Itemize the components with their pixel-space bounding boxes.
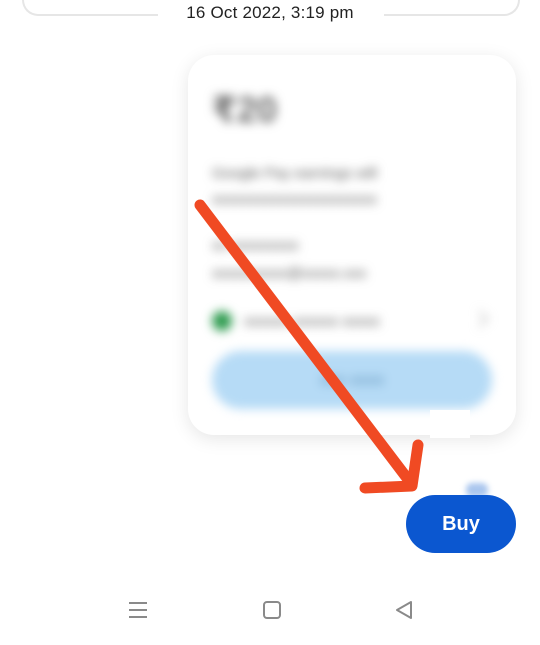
home-icon[interactable]: [252, 595, 292, 625]
payment-status-text: xxxxxx xxxxxx xxxxx: [244, 313, 380, 330]
date-separator: 16 Oct 2022, 3:19 pm: [0, 0, 540, 30]
back-icon[interactable]: [384, 595, 424, 625]
date-separator-text: 16 Oct 2022, 3:19 pm: [186, 3, 354, 22]
chevron-right-icon: [471, 310, 489, 328]
payment-card-content: ₹20 Google Pay earnings will xxxxxxxxxxx…: [188, 55, 516, 435]
payment-account-email: xxxxxxxxxx@xxxxx.xxx: [212, 265, 367, 282]
payment-account-label: xx xxxxxxxxx: [212, 237, 299, 254]
check-icon: [212, 311, 232, 331]
buy-button[interactable]: Buy: [406, 495, 516, 553]
payment-amount: ₹20: [212, 89, 278, 130]
card-overlay-patch: [430, 410, 470, 438]
payment-card-button[interactable]: xxx xxxx: [212, 351, 492, 409]
payment-description: Google Pay earnings will: [212, 165, 378, 182]
payment-card[interactable]: ₹20 Google Pay earnings will xxxxxxxxxxx…: [188, 55, 516, 435]
menu-icon[interactable]: [118, 595, 158, 625]
payment-description-2: xxxxxxxxxxxxxxxxxxxxxx: [212, 191, 377, 208]
screen: 16 Oct 2022, 3:19 pm ₹20 Google Pay earn…: [0, 0, 540, 645]
navigation-bar: [0, 585, 540, 645]
